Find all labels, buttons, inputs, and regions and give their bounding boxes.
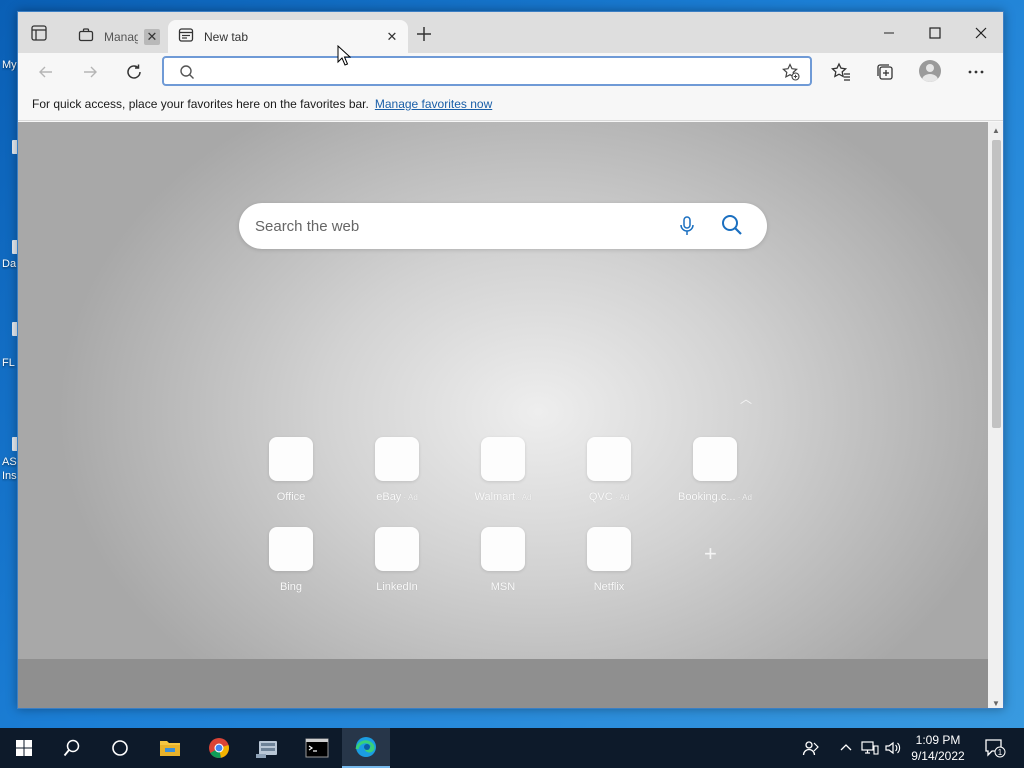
favorites-bar: For quick access, place your favorites h… xyxy=(18,89,1003,121)
new-tab-page: Search the web ︿ Office eBay · Ad Walmar… xyxy=(18,122,988,708)
quick-link-tile[interactable]: Walmart · Ad xyxy=(458,437,548,503)
quick-link-tile[interactable]: Bing xyxy=(246,527,336,593)
tile-label: QVC xyxy=(588,491,613,503)
tile-icon xyxy=(693,437,737,481)
browser-toolbar xyxy=(18,53,1003,89)
ad-label: · Ad xyxy=(401,493,418,502)
profile-avatar[interactable] xyxy=(919,60,941,82)
web-search-box[interactable]: Search the web xyxy=(239,203,767,249)
tile-label: Walmart xyxy=(474,491,516,503)
scroll-up-icon[interactable]: ▲ xyxy=(992,126,1000,135)
add-site-icon[interactable]: + xyxy=(704,541,717,567)
scroll-thumb[interactable] xyxy=(992,140,1001,428)
collections-icon[interactable] xyxy=(874,61,896,83)
task-view-button[interactable] xyxy=(96,728,144,768)
tile-label: Office xyxy=(276,491,306,503)
feed-area xyxy=(18,659,988,708)
quick-link-tile[interactable]: Netflix xyxy=(564,527,654,593)
minimize-button[interactable] xyxy=(878,22,900,44)
start-button[interactable] xyxy=(0,728,48,768)
close-window-button[interactable] xyxy=(970,22,992,44)
tile-label: LinkedIn xyxy=(376,581,418,593)
search-icon xyxy=(179,64,195,85)
tile-label: Bing xyxy=(279,581,303,593)
desktop-label-1[interactable]: My xyxy=(2,59,18,71)
tile-label: Booking.c... xyxy=(678,491,736,503)
system-clock[interactable]: 1:09 PM 9/14/2022 xyxy=(908,732,968,764)
tile-icon xyxy=(587,527,631,571)
desktop-label-4[interactable]: AS xyxy=(2,456,18,468)
forward-button[interactable] xyxy=(80,62,100,82)
network-icon[interactable] xyxy=(860,728,880,768)
file-explorer-icon[interactable] xyxy=(146,728,194,768)
ad-label: · Ad xyxy=(515,493,532,502)
clock-date: 9/14/2022 xyxy=(911,749,965,763)
tile-label: Netflix xyxy=(593,581,625,593)
desktop-label-3[interactable]: FL xyxy=(2,357,18,369)
tile-icon xyxy=(269,437,313,481)
tab-new-tab[interactable]: New tab ✕ xyxy=(168,20,408,53)
quick-link-tile[interactable]: Office xyxy=(246,437,336,503)
mouse-cursor-icon xyxy=(337,44,352,72)
chevron-up-icon[interactable] xyxy=(838,728,854,768)
tile-icon xyxy=(375,527,419,571)
chrome-icon[interactable] xyxy=(195,728,243,768)
ad-label: · Ad xyxy=(735,493,752,502)
new-tab-button[interactable] xyxy=(414,24,434,44)
scroll-down-icon[interactable]: ▼ xyxy=(992,699,1000,708)
quick-link-tile[interactable]: LinkedIn xyxy=(352,527,442,593)
address-bar[interactable] xyxy=(162,56,812,86)
newtab-page-icon xyxy=(178,27,194,46)
chevron-up-icon[interactable]: ︿ xyxy=(740,390,752,407)
manage-favorites-link[interactable]: Manage favorites now xyxy=(375,97,492,111)
quick-link-tile[interactable]: eBay · Ad xyxy=(352,437,442,503)
tile-icon xyxy=(481,437,525,481)
command-prompt-icon[interactable] xyxy=(293,728,341,768)
search-button[interactable] xyxy=(48,728,96,768)
notification-count: 1 xyxy=(998,748,1003,757)
server-manager-icon[interactable] xyxy=(244,728,292,768)
tile-icon xyxy=(375,437,419,481)
refresh-button[interactable] xyxy=(124,62,144,82)
people-icon[interactable] xyxy=(800,728,822,768)
desktop-label-2[interactable]: Da xyxy=(2,258,18,270)
tile-icon xyxy=(587,437,631,481)
browser-window: Manag ✕ New tab ✕ For quick access, plac… xyxy=(17,11,1004,709)
clock-time: 1:09 PM xyxy=(915,733,961,747)
close-tab-icon[interactable]: ✕ xyxy=(384,29,400,45)
tile-icon xyxy=(269,527,313,571)
search-placeholder: Search the web xyxy=(255,218,360,235)
back-button[interactable] xyxy=(36,62,56,82)
quick-link-tile[interactable]: QVC · Ad xyxy=(564,437,654,503)
close-tab-icon[interactable]: ✕ xyxy=(144,28,160,45)
vertical-scrollbar[interactable]: ▲ ▼ xyxy=(988,122,1003,708)
tile-icon xyxy=(481,527,525,571)
tab-actions-icon[interactable] xyxy=(30,24,48,42)
volume-icon[interactable] xyxy=(883,728,903,768)
quick-link-tile[interactable]: MSN xyxy=(458,527,548,593)
favorites-icon[interactable] xyxy=(830,61,852,83)
tab-title: Manag xyxy=(104,29,138,44)
favorites-bar-message: For quick access, place your favorites h… xyxy=(32,97,369,111)
add-favorite-icon[interactable] xyxy=(782,63,800,86)
briefcase-icon xyxy=(78,27,94,46)
ad-label: · Ad xyxy=(612,493,630,502)
taskbar: 1:09 PM 9/14/2022 1 xyxy=(0,728,1024,768)
tile-label: MSN xyxy=(490,581,516,593)
maximize-button[interactable] xyxy=(924,22,946,44)
quick-link-tile[interactable]: Booking.c... · Ad xyxy=(670,437,760,503)
search-icon[interactable] xyxy=(721,214,743,241)
address-input[interactable] xyxy=(204,62,764,82)
tile-label: eBay xyxy=(376,491,402,503)
edge-icon[interactable] xyxy=(342,728,390,768)
action-center-icon[interactable]: 1 xyxy=(980,728,1010,768)
desktop-label-5[interactable]: Ins xyxy=(2,470,18,482)
microphone-icon[interactable] xyxy=(677,215,697,242)
tab-strip: Manag ✕ New tab ✕ xyxy=(18,12,1003,53)
more-options-icon[interactable] xyxy=(965,61,987,83)
tab-title: New tab xyxy=(204,29,249,44)
